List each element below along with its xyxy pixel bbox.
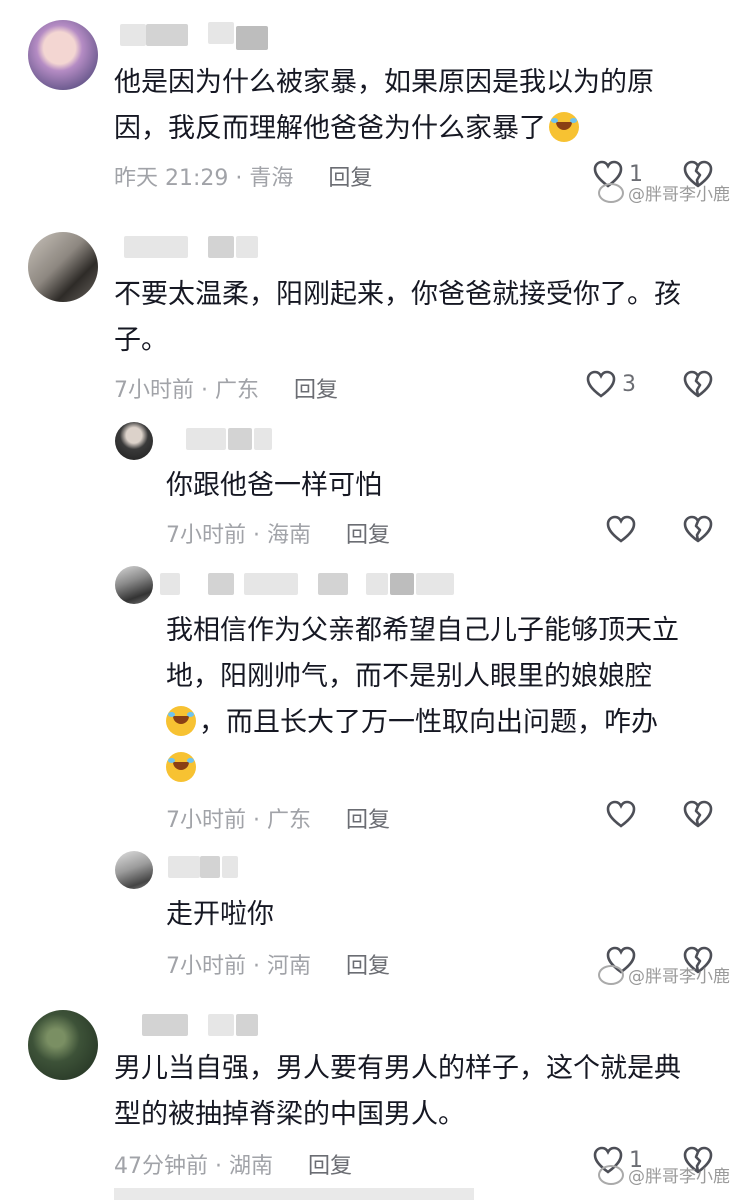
watermark: @胖哥李小鹿 xyxy=(598,962,730,987)
heart-icon xyxy=(606,515,636,543)
reply-button[interactable]: 回复 xyxy=(346,523,390,548)
reply-button[interactable]: 回复 xyxy=(308,1154,352,1179)
comment-text: 你跟他爸一样可怕 xyxy=(166,470,382,501)
weibo-logo-icon xyxy=(598,964,624,985)
username-blurred[interactable] xyxy=(208,573,234,595)
heart-icon xyxy=(606,800,636,828)
heart-icon xyxy=(586,370,616,398)
laughing-crying-emoji-icon xyxy=(166,752,196,782)
avatar[interactable] xyxy=(115,851,153,889)
username-blurred[interactable] xyxy=(200,856,220,878)
avatar[interactable] xyxy=(28,232,98,302)
comment-meta: 7小时前 · 河南 回复 xyxy=(166,948,390,980)
time-location: 7小时前 · 海南 xyxy=(166,523,311,548)
comment-text: 男儿当自强，男人要有男人的样子，这个就是典 型的被抽掉脊梁的中国男人。 xyxy=(114,1053,681,1130)
username-blurred[interactable] xyxy=(124,236,188,258)
username-blurred[interactable] xyxy=(222,856,238,878)
comment-text: 不要太温柔，阳刚起来，你爸爸就接受你了。孩 子。 xyxy=(114,279,681,356)
comment-meta: 7小时前 · 广东 回复 xyxy=(166,802,390,834)
laughing-crying-emoji-icon xyxy=(166,706,196,736)
avatar[interactable] xyxy=(28,20,98,90)
time-location: 7小时前 · 广东 xyxy=(114,378,259,403)
next-comment-cutoff xyxy=(114,1188,474,1200)
username-blurred[interactable] xyxy=(168,856,200,878)
time-location: 7小时前 · 河南 xyxy=(166,954,311,979)
username-blurred[interactable] xyxy=(318,573,348,595)
comment-meta: 7小时前 · 广东 回复 xyxy=(114,372,338,404)
username-blurred[interactable] xyxy=(416,573,454,595)
like-button[interactable] xyxy=(606,800,636,828)
username-blurred[interactable] xyxy=(254,428,272,450)
username-blurred[interactable] xyxy=(208,22,234,44)
broken-heart-icon[interactable] xyxy=(683,515,713,543)
comment-meta: 昨天 21:29 · 青海 回复 xyxy=(114,160,372,192)
broken-heart-icon[interactable] xyxy=(683,800,713,828)
username-blurred[interactable] xyxy=(228,428,252,450)
comment-meta: 47分钟前 · 湖南 回复 xyxy=(114,1148,352,1180)
like-button[interactable]: 3 xyxy=(586,370,636,398)
username-blurred[interactable] xyxy=(236,1014,258,1036)
username-blurred[interactable] xyxy=(186,428,226,450)
username-blurred[interactable] xyxy=(208,236,234,258)
broken-heart-icon[interactable] xyxy=(683,370,713,398)
avatar[interactable] xyxy=(115,566,153,604)
weibo-logo-icon xyxy=(598,1164,624,1185)
reply-button[interactable]: 回复 xyxy=(294,378,338,403)
username-blurred[interactable] xyxy=(366,573,388,595)
time-location: 47分钟前 · 湖南 xyxy=(114,1154,273,1179)
avatar[interactable] xyxy=(115,422,153,460)
username-blurred[interactable] xyxy=(142,1014,188,1036)
watermark: @胖哥李小鹿 xyxy=(598,180,730,205)
laughing-crying-emoji-icon xyxy=(549,112,579,142)
username-blurred[interactable] xyxy=(160,573,180,595)
comment-text: 他是因为什么被家暴，如果原因是我以为的原 因，我反而理解他爸爸为什么家暴了 xyxy=(114,67,654,144)
username-blurred[interactable] xyxy=(236,26,268,50)
avatar[interactable] xyxy=(28,1010,98,1080)
weibo-logo-icon xyxy=(598,182,624,203)
reply-button[interactable]: 回复 xyxy=(328,166,372,191)
like-button[interactable] xyxy=(606,515,636,543)
comment-meta: 7小时前 · 海南 回复 xyxy=(166,517,390,549)
username-blurred[interactable] xyxy=(236,236,258,258)
username-blurred[interactable] xyxy=(208,1014,234,1036)
time-location: 昨天 21:29 · 青海 xyxy=(114,166,294,191)
time-location: 7小时前 · 广东 xyxy=(166,808,311,833)
username-blurred[interactable] xyxy=(146,24,188,46)
watermark: @胖哥李小鹿 xyxy=(598,1162,730,1187)
comment-text: 我相信作为父亲都希望自己儿子能够顶天立 地，阳刚帅气，而不是别人眼里的娘娘腔 ，… xyxy=(166,608,726,792)
username-blurred[interactable] xyxy=(120,24,146,46)
like-count: 3 xyxy=(622,371,636,397)
comment-text: 走开啦你 xyxy=(166,899,274,930)
username-blurred[interactable] xyxy=(390,573,414,595)
reply-button[interactable]: 回复 xyxy=(346,954,390,979)
reply-button[interactable]: 回复 xyxy=(346,808,390,833)
username-blurred[interactable] xyxy=(244,573,298,595)
